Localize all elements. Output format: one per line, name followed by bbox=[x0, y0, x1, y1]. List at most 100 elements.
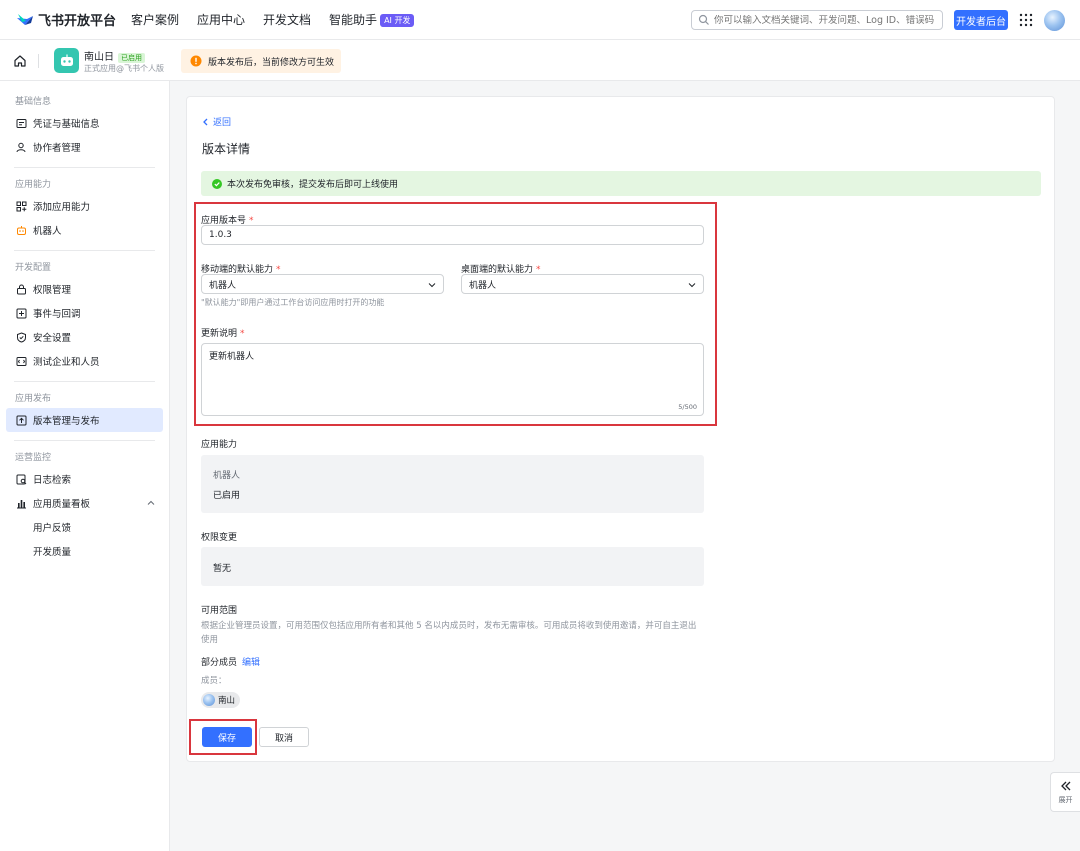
sidebar-item-user-feedback[interactable]: 用户反馈 bbox=[6, 515, 163, 539]
sidebar-item-label: 开发质量 bbox=[33, 547, 72, 558]
sidebar: 基础信息 凭证与基础信息 协作者管理 应用能力 添加应用能力 机器人 开发配置 … bbox=[0, 81, 170, 851]
members-label: 成员： bbox=[201, 676, 227, 686]
shield-icon bbox=[17, 331, 26, 343]
permission-value: 暂无 bbox=[213, 564, 232, 574]
chevron-up-icon[interactable] bbox=[147, 499, 155, 507]
sidebar-item-dev-quality[interactable]: 开发质量 bbox=[6, 539, 163, 563]
sidebar-group-dev-config: 开发配置 bbox=[15, 263, 52, 273]
home-icon[interactable] bbox=[13, 54, 27, 68]
sidebar-group-release: 应用发布 bbox=[15, 394, 52, 404]
highlight-save-box bbox=[189, 719, 257, 755]
sidebar-item-label: 事件与回调 bbox=[33, 309, 81, 320]
scope-description: 根据企业管理员设置，可用范围仅包括应用所有者和其他 5 名以内成员时，发布无需审… bbox=[201, 621, 697, 645]
double-chevron-left-icon bbox=[1060, 781, 1070, 790]
expand-label: 展开 bbox=[1058, 795, 1073, 804]
member-avatar bbox=[203, 694, 215, 706]
expand-panel-button[interactable]: 展开 bbox=[1050, 772, 1080, 812]
member-name: 南山 bbox=[218, 696, 236, 706]
robot-icon bbox=[17, 225, 26, 235]
chart-icon bbox=[17, 499, 26, 508]
sidebar-item-label: 安全设置 bbox=[33, 333, 72, 344]
permission-box: 暂无 bbox=[201, 547, 704, 586]
sidebar-item-events[interactable]: 事件与回调 bbox=[6, 301, 163, 325]
log-icon bbox=[16, 474, 27, 484]
sidebar-item-log-search[interactable]: 日志检索 bbox=[6, 467, 163, 491]
capability-box: 机器人 已启用 bbox=[201, 455, 704, 513]
scope-section-title: 可用范围 bbox=[201, 606, 238, 616]
sidebar-item-permissions[interactable]: 权限管理 bbox=[6, 277, 163, 301]
app-subtitle: 正式应用@飞书个人版 bbox=[84, 64, 164, 73]
sidebar-item-label: 版本管理与发布 bbox=[33, 416, 100, 427]
app-robot-icon bbox=[54, 48, 79, 73]
sidebar-item-label: 机器人 bbox=[33, 226, 62, 237]
add-capability-icon bbox=[16, 201, 27, 211]
nav-app-center[interactable]: 应用中心 bbox=[197, 11, 245, 28]
success-alert: 本次发布免审核，提交发布后即可上线使用 bbox=[201, 171, 1041, 196]
sidebar-group-basic: 基础信息 bbox=[15, 97, 52, 107]
highlight-form-box bbox=[194, 202, 717, 426]
back-link[interactable]: 返回 bbox=[202, 115, 231, 128]
upload-icon bbox=[16, 415, 27, 425]
sidebar-item-label: 用户反馈 bbox=[33, 523, 72, 534]
scope-partial: 部分成员 bbox=[201, 658, 238, 668]
ai-badge: AI 开发 bbox=[380, 14, 415, 27]
brand-name: 飞书开放平台 bbox=[38, 14, 117, 29]
version-detail-card: 返回 版本详情 本次发布免审核，提交发布后即可上线使用 应用版本号 * 1.0.3… bbox=[186, 96, 1055, 762]
event-icon bbox=[16, 308, 27, 318]
sidebar-item-label: 应用质量看板 bbox=[33, 499, 91, 510]
nav-smart-assistant[interactable]: 智能助手 AI 开发 bbox=[329, 11, 415, 28]
member-chip[interactable]: 南山 bbox=[201, 692, 241, 708]
sidebar-item-add-capability[interactable]: 添加应用能力 bbox=[6, 194, 163, 218]
app-name: 南山日 已启用 bbox=[84, 48, 145, 63]
sidebar-item-robot[interactable]: 机器人 bbox=[6, 218, 163, 242]
nav-smart-assistant-label: 智能助手 bbox=[329, 13, 378, 27]
sidebar-item-version-release[interactable]: 版本管理与发布 bbox=[6, 408, 163, 432]
scope-edit-link[interactable]: 编辑 bbox=[242, 658, 260, 668]
cancel-button[interactable]: 取消 bbox=[259, 727, 309, 747]
permission-section-title: 权限变更 bbox=[201, 533, 238, 543]
page-title: 版本详情 bbox=[202, 142, 251, 156]
success-alert-text: 本次发布免审核，提交发布后即可上线使用 bbox=[227, 180, 399, 190]
capability-section-title: 应用能力 bbox=[201, 440, 238, 450]
search-input[interactable] bbox=[714, 14, 942, 26]
user-avatar[interactable] bbox=[1044, 10, 1065, 31]
sidebar-item-label: 日志检索 bbox=[33, 475, 72, 486]
capability-name: 机器人 bbox=[213, 471, 241, 481]
sidebar-group-monitoring: 运营监控 bbox=[15, 453, 52, 463]
lock-icon bbox=[17, 284, 26, 294]
search-box[interactable] bbox=[691, 10, 943, 30]
test-icon bbox=[16, 356, 27, 366]
nav-dev-docs[interactable]: 开发文档 bbox=[263, 11, 311, 28]
app-header: 南山日 已启用 正式应用@飞书个人版 版本发布后，当前修改方可生效 bbox=[0, 40, 1080, 81]
check-circle-icon bbox=[212, 178, 222, 189]
divider bbox=[38, 54, 39, 68]
sidebar-group-capability: 应用能力 bbox=[15, 180, 52, 190]
app-grid-icon[interactable] bbox=[1019, 13, 1033, 27]
sidebar-item-label: 凭证与基础信息 bbox=[33, 119, 100, 130]
brand[interactable]: 飞书开放平台 bbox=[16, 10, 121, 29]
divider bbox=[14, 381, 155, 382]
sidebar-item-test-tenant[interactable]: 测试企业和人员 bbox=[6, 349, 163, 373]
sidebar-item-label: 权限管理 bbox=[33, 285, 72, 296]
credential-icon bbox=[16, 118, 27, 128]
dev-console-button[interactable]: 开发者后台 bbox=[954, 10, 1008, 30]
scope-setting: 部分成员 编辑 bbox=[201, 655, 260, 668]
back-link-label: 返回 bbox=[213, 118, 232, 128]
publish-notice: 版本发布后，当前修改方可生效 bbox=[181, 49, 341, 73]
sidebar-item-credentials[interactable]: 凭证与基础信息 bbox=[6, 111, 163, 135]
status-badge: 已启用 bbox=[118, 53, 145, 63]
publish-notice-text: 版本发布后，当前修改方可生效 bbox=[208, 57, 335, 68]
divider bbox=[14, 440, 155, 441]
person-icon bbox=[16, 142, 26, 152]
sidebar-item-security[interactable]: 安全设置 bbox=[6, 325, 163, 349]
sidebar-item-label: 测试企业和人员 bbox=[33, 357, 100, 368]
nav-customer-cases[interactable]: 客户案例 bbox=[131, 11, 179, 28]
divider bbox=[14, 250, 155, 251]
sidebar-item-quality-board[interactable]: 应用质量看板 bbox=[6, 491, 163, 515]
search-icon bbox=[698, 14, 709, 25]
warning-icon bbox=[190, 55, 202, 67]
capability-status: 已启用 bbox=[213, 491, 241, 501]
divider bbox=[14, 167, 155, 168]
feishu-logo-icon bbox=[16, 13, 34, 27]
sidebar-item-collaborators[interactable]: 协作者管理 bbox=[6, 135, 163, 159]
